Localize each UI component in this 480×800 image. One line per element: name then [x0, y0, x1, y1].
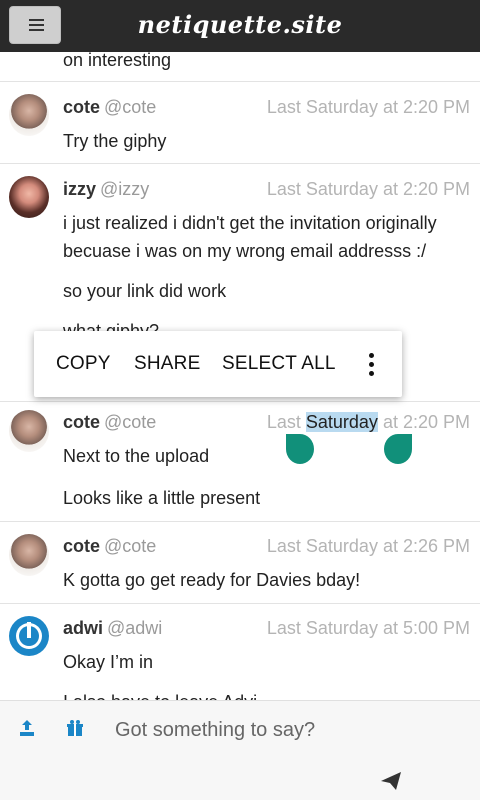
- brand-title[interactable]: netiquette.site: [0, 10, 480, 39]
- more-vertical-icon[interactable]: [368, 353, 376, 377]
- message-item: cote @cote Last Saturday at 2:26 PM K got…: [0, 522, 480, 604]
- avatar[interactable]: [9, 534, 49, 576]
- text-selection-menu: COPY SHARE SELECT ALL: [34, 331, 402, 397]
- composer: Got something to say?: [0, 700, 480, 800]
- message-text: K gotta go get ready for Davies bday!: [63, 570, 361, 590]
- message-item: adwi @adwi Last Saturday at 5:00 PM Okay …: [0, 604, 480, 700]
- copy-button[interactable]: COPY: [56, 353, 111, 375]
- timestamp: Last Saturday at 2:26 PM: [266, 536, 470, 556]
- message-text: Next to the upload: [63, 446, 210, 466]
- author-name[interactable]: cote @cote: [63, 536, 156, 557]
- message-text: i just realized i didn't get the invitat…: [63, 213, 437, 233]
- message-item: cote @cote Last Saturday at 2:20 PM Next …: [0, 402, 480, 522]
- selection-handle-right[interactable]: [384, 434, 412, 464]
- top-bar: netiquette.site: [0, 0, 480, 52]
- message-text: Looks like a little present: [63, 488, 261, 508]
- timestamp: Last Saturday at 2:20 PM: [266, 179, 470, 199]
- upload-icon[interactable]: [18, 719, 36, 737]
- selection-handle-left[interactable]: [286, 434, 314, 464]
- avatar[interactable]: [9, 176, 49, 218]
- timestamp: Last Saturday at 5:00 PM: [266, 618, 470, 638]
- message-text: Okay I’m in: [63, 652, 154, 672]
- avatar[interactable]: [9, 410, 49, 452]
- timestamp[interactable]: Last Saturday at 2:20 PM: [267, 412, 470, 433]
- message-item: on interesting: [0, 52, 480, 82]
- gift-icon[interactable]: [66, 719, 84, 737]
- avatar[interactable]: [9, 616, 49, 656]
- author-name[interactable]: cote @cote: [63, 97, 156, 118]
- message-text: on interesting: [63, 52, 172, 70]
- author-name[interactable]: adwi @adwi: [63, 618, 162, 639]
- author-name[interactable]: izzy @izzy: [63, 179, 149, 200]
- send-icon[interactable]: [380, 771, 402, 791]
- avatar-bar: [27, 622, 31, 638]
- timestamp: Last Saturday at 2:20 PM: [266, 97, 470, 117]
- message-text: I also have to leave Advi...: [63, 692, 272, 700]
- select-all-button[interactable]: SELECT ALL: [222, 353, 336, 375]
- message-input[interactable]: Got something to say?: [115, 719, 315, 742]
- message-text: Try the giphy: [63, 131, 167, 151]
- avatar[interactable]: [9, 94, 49, 136]
- message-text: becuase i was on my wrong email addresss…: [63, 241, 427, 261]
- message-item: cote @cote Last Saturday at 2:20 PM Try t…: [0, 82, 480, 164]
- author-name[interactable]: cote @cote: [63, 412, 156, 433]
- selected-text[interactable]: Saturday: [305, 412, 378, 432]
- share-button[interactable]: SHARE: [134, 353, 200, 375]
- message-text: so your link did work: [63, 281, 227, 301]
